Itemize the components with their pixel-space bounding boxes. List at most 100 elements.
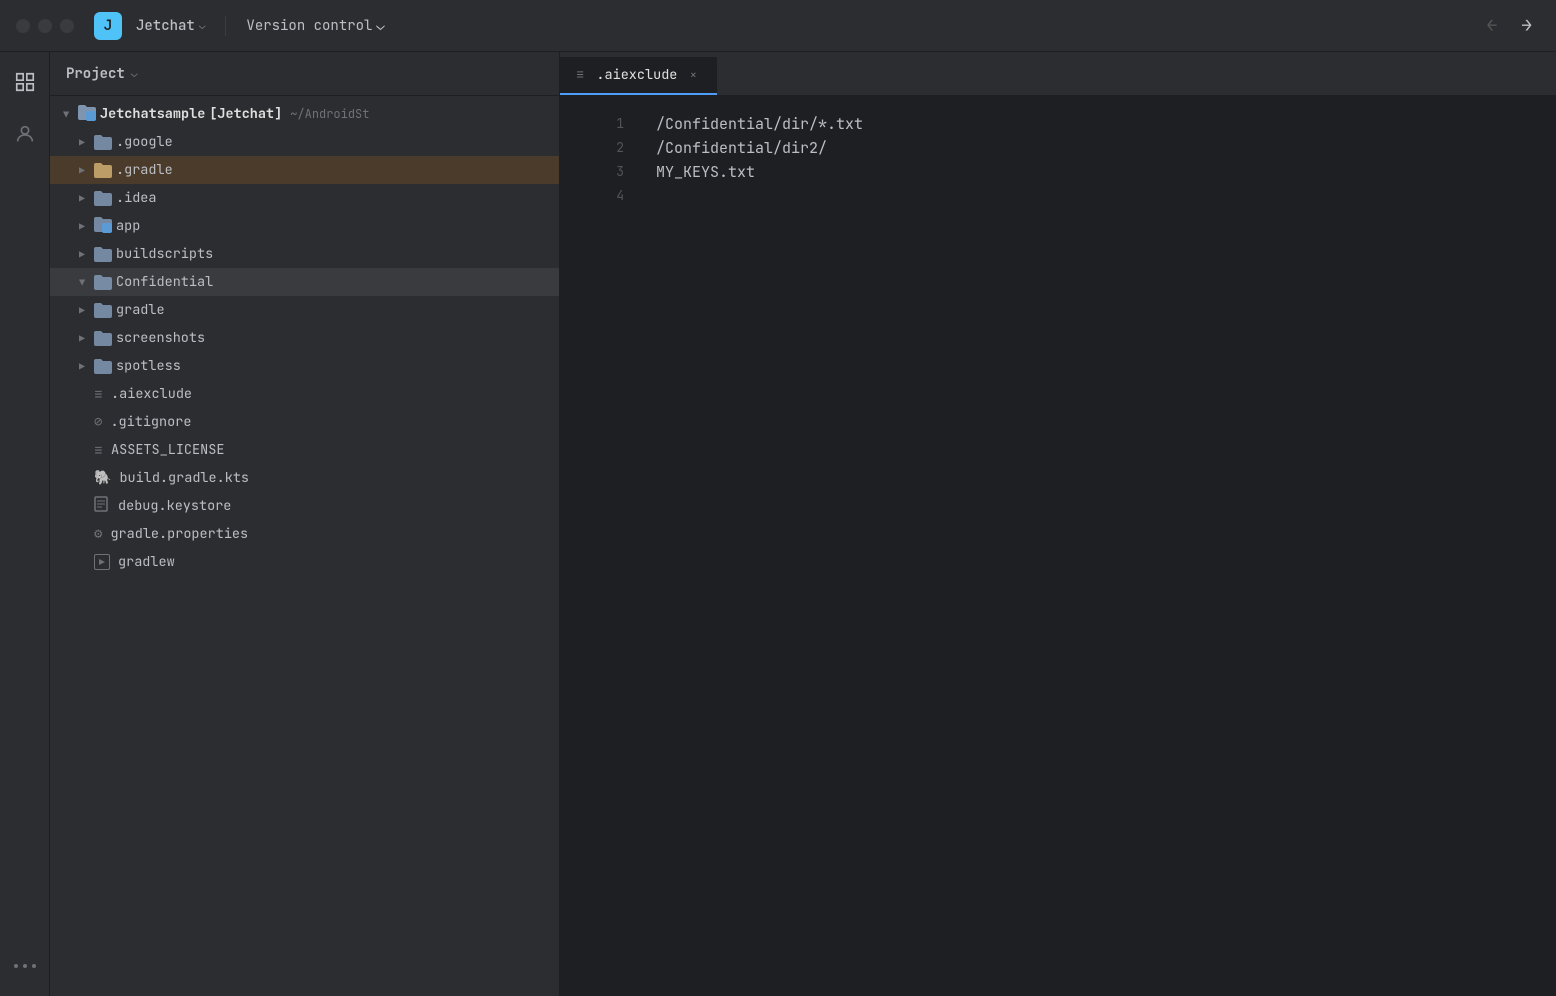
tree-item-label: gradlew xyxy=(118,553,175,571)
tree-item-spotless[interactable]: spotless xyxy=(50,352,559,380)
titlebar-separator xyxy=(225,16,226,36)
root-project-tag: [Jetchat] xyxy=(209,105,282,123)
file-tree: Jetchatsample [Jetchat] ~/AndroidSt .goo… xyxy=(50,96,559,996)
root-path-suffix: ~/AndroidSt xyxy=(290,106,369,122)
activity-bar-more[interactable] xyxy=(7,948,43,984)
tree-item-label: gradle.properties xyxy=(110,525,248,543)
editor-tabs: ≡ .aiexclude × xyxy=(560,52,1556,96)
code-line-3: MY_KEYS.txt xyxy=(656,160,1556,184)
line-number-1: 1 xyxy=(560,112,624,136)
tree-item-label: .idea xyxy=(116,189,157,207)
tree-item-assets-license[interactable]: ASSETS_LICENSE xyxy=(50,436,559,464)
expand-icon xyxy=(74,302,90,318)
tree-item-app[interactable]: app xyxy=(50,212,559,240)
tree-item-label: .aiexclude xyxy=(111,385,192,403)
nav-arrows: ← → xyxy=(1478,10,1540,41)
tab-filename: .aiexclude xyxy=(596,66,677,84)
tree-item-label: Confidential xyxy=(116,273,213,291)
editor-code-body[interactable]: /Confidential/dir/*.txt /Confidential/di… xyxy=(640,96,1556,996)
file-gradle-icon: 🐘 xyxy=(94,469,111,487)
tree-item-gradle-dot[interactable]: .gradle xyxy=(50,156,559,184)
app-icon: J xyxy=(94,12,122,40)
editor-tab-aiexclude[interactable]: ≡ .aiexclude × xyxy=(560,57,717,95)
tree-item-idea[interactable]: .idea xyxy=(50,184,559,212)
close-button[interactable] xyxy=(16,19,30,33)
tree-item-confidential[interactable]: Confidential xyxy=(50,268,559,296)
editor-area: ≡ .aiexclude × 1 2 3 4 /Confidential/dir… xyxy=(560,52,1556,996)
maximize-button[interactable] xyxy=(60,19,74,33)
tree-item-debug-keystore[interactable]: debug.keystore xyxy=(50,492,559,520)
tree-item-label: debug.keystore xyxy=(118,497,231,515)
tree-item-label: gradle xyxy=(116,301,165,319)
activity-bar xyxy=(0,52,50,996)
tree-item-label: spotless xyxy=(116,357,181,375)
tree-item-label: screenshots xyxy=(116,329,205,347)
expand-icon xyxy=(74,246,90,262)
chevron-down-icon: ⌄ xyxy=(376,17,384,35)
tree-item-label: build.gradle.kts xyxy=(119,469,249,487)
folder-icon xyxy=(94,331,112,346)
titlebar: J Jetchat ⌄ Version control ⌄ ← → xyxy=(0,0,1556,52)
expand-icon xyxy=(58,106,74,122)
app-folder-icon xyxy=(94,217,112,235)
file-terminal-icon xyxy=(94,554,110,570)
expand-icon xyxy=(74,218,90,234)
folder-icon xyxy=(94,163,112,178)
line-number-4: 4 xyxy=(560,184,624,208)
tree-item-gradle[interactable]: gradle xyxy=(50,296,559,324)
tree-item-gradlew[interactable]: gradlew xyxy=(50,548,559,576)
tree-item-root[interactable]: Jetchatsample [Jetchat] ~/AndroidSt xyxy=(50,100,559,128)
code-line-4 xyxy=(656,184,1556,208)
line-number-2: 2 xyxy=(560,136,624,160)
tree-item-gradle-properties[interactable]: gradle.properties xyxy=(50,520,559,548)
expand-icon xyxy=(74,274,90,290)
file-lines-icon xyxy=(94,440,103,460)
folder-badge xyxy=(86,111,96,121)
activity-bar-files[interactable] xyxy=(7,64,43,100)
folder-icon xyxy=(94,359,112,374)
root-folder-name: Jetchatsample xyxy=(100,105,205,123)
tab-menu-icon: ≡ xyxy=(576,66,584,84)
expand-icon xyxy=(74,330,90,346)
tree-item-google[interactable]: .google xyxy=(50,128,559,156)
expand-icon xyxy=(74,134,90,150)
version-control-switcher[interactable]: Version control ⌄ xyxy=(246,17,384,35)
minimize-button[interactable] xyxy=(38,19,52,33)
expand-icon xyxy=(74,190,90,206)
expand-icon xyxy=(74,358,90,374)
tree-item-label: .gradle xyxy=(116,161,173,179)
tree-item-screenshots[interactable]: screenshots xyxy=(50,324,559,352)
tree-item-buildscripts[interactable]: buildscripts xyxy=(50,240,559,268)
sidebar-title: Project xyxy=(66,65,125,83)
editor-content[interactable]: 1 2 3 4 /Confidential/dir/*.txt /Confide… xyxy=(560,96,1556,996)
folder-badge xyxy=(102,223,112,233)
line-numbers: 1 2 3 4 xyxy=(560,96,640,996)
line-number-3: 3 xyxy=(560,160,624,184)
tree-item-aiexclude[interactable]: .aiexclude xyxy=(50,380,559,408)
back-button[interactable]: ← xyxy=(1478,10,1505,41)
code-line-2: /Confidential/dir2/ xyxy=(656,136,1556,160)
project-sidebar: Project ⌄ Jetchatsample [Jetchat] ~/Andr… xyxy=(50,52,560,996)
tree-item-label: .google xyxy=(116,133,173,151)
sidebar-header: Project ⌄ xyxy=(50,52,559,96)
tree-item-label: buildscripts xyxy=(116,245,213,263)
main-layout: Project ⌄ Jetchatsample [Jetchat] ~/Andr… xyxy=(0,52,1556,996)
file-circle-icon xyxy=(94,413,102,431)
folder-icon xyxy=(94,247,112,262)
activity-bar-account[interactable] xyxy=(7,116,43,152)
folder-icon xyxy=(94,303,112,318)
tree-item-build-gradle[interactable]: 🐘 build.gradle.kts xyxy=(50,464,559,492)
forward-button[interactable]: → xyxy=(1513,10,1540,41)
tab-close-button[interactable]: × xyxy=(685,67,701,83)
tree-item-label: .gitignore xyxy=(110,413,191,431)
folder-icon xyxy=(94,135,112,150)
traffic-lights xyxy=(16,19,74,33)
root-folder-icon xyxy=(78,105,96,123)
tree-item-label: ASSETS_LICENSE xyxy=(111,441,224,459)
file-lines-icon xyxy=(94,384,103,404)
project-switcher[interactable]: Jetchat ⌄ xyxy=(136,17,205,35)
file-gear-icon xyxy=(94,525,102,543)
tree-item-gitignore[interactable]: .gitignore xyxy=(50,408,559,436)
version-control-label: Version control xyxy=(246,17,372,35)
chevron-down-icon: ⌄ xyxy=(131,67,138,81)
